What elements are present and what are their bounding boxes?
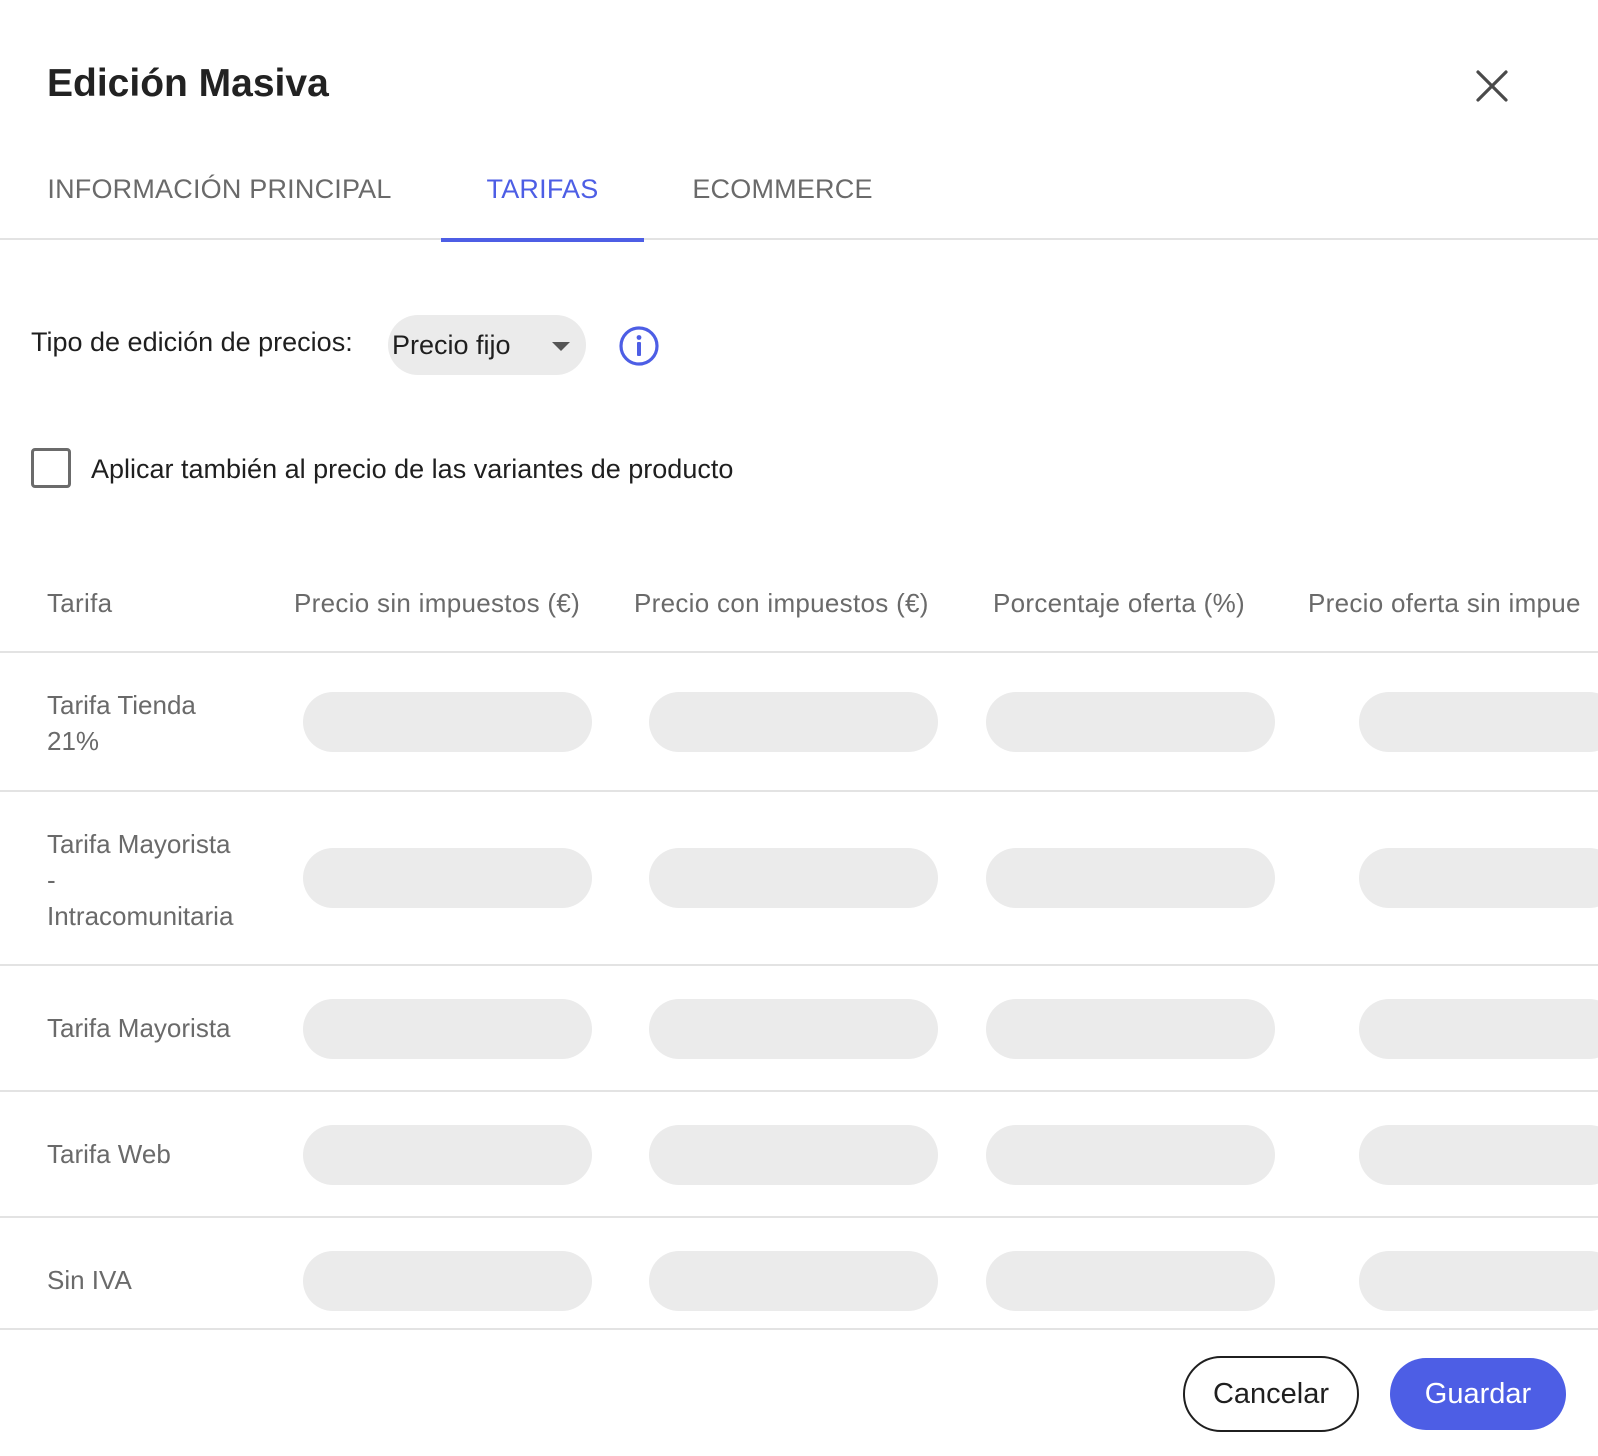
table-row: Tarifa Mayorista bbox=[0, 966, 1598, 1092]
tab-ecommerce[interactable]: ECOMMERCE bbox=[690, 160, 875, 240]
price-without-tax-input[interactable] bbox=[303, 1125, 592, 1185]
tariff-name: Tarifa Web bbox=[47, 1136, 277, 1172]
price-with-tax-input[interactable] bbox=[649, 692, 938, 752]
cancel-button[interactable]: Cancelar bbox=[1183, 1356, 1359, 1432]
tariffs-table: Tarifa Precio sin impuestos (€) Precio c… bbox=[0, 555, 1598, 1328]
offer-price-without-tax-input[interactable] bbox=[1359, 1125, 1598, 1185]
close-icon[interactable] bbox=[1472, 66, 1512, 106]
offer-percent-input[interactable] bbox=[986, 692, 1275, 752]
offer-percent-input[interactable] bbox=[986, 999, 1275, 1059]
footer-divider bbox=[0, 1328, 1598, 1330]
table-row: Tarifa Mayorista - Intracomunitaria bbox=[0, 792, 1598, 966]
apply-variants-checkbox[interactable] bbox=[31, 448, 71, 488]
apply-variants-label: Aplicar también al precio de las variant… bbox=[91, 454, 734, 484]
column-header-price-with-tax: Precio con impuestos (€) bbox=[634, 588, 929, 618]
table-row: Sin IVA bbox=[0, 1218, 1598, 1328]
column-header-offer-price-without-tax: Precio oferta sin impue bbox=[1308, 588, 1581, 618]
dialog-title: Edición Masiva bbox=[47, 62, 329, 105]
offer-percent-input[interactable] bbox=[986, 1251, 1275, 1311]
tariff-name-line: Tarifa Tienda bbox=[47, 690, 196, 720]
table-row: Tarifa Tienda 21% bbox=[0, 653, 1598, 792]
tab-bar: INFORMACIÓN PRINCIPAL TARIFAS ECOMMERCE bbox=[0, 160, 1598, 242]
tariff-name: Tarifa Mayorista - Intracomunitaria bbox=[47, 826, 277, 934]
offer-price-without-tax-input[interactable] bbox=[1359, 848, 1598, 908]
tariff-name-line: Tarifa Web bbox=[47, 1139, 171, 1169]
table-row: Tarifa Web bbox=[0, 1092, 1598, 1218]
offer-price-without-tax-input[interactable] bbox=[1359, 999, 1598, 1059]
offer-price-without-tax-input[interactable] bbox=[1359, 1251, 1598, 1311]
column-header-offer-percent: Porcentaje oferta (%) bbox=[993, 588, 1245, 618]
price-without-tax-input[interactable] bbox=[303, 848, 592, 908]
tariff-name-line: Intracomunitaria bbox=[47, 901, 234, 931]
price-without-tax-input[interactable] bbox=[303, 692, 592, 752]
caret-down-icon bbox=[552, 342, 570, 351]
offer-percent-input[interactable] bbox=[986, 848, 1275, 908]
bulk-edit-dialog: Edición Masiva INFORMACIÓN PRINCIPAL TAR… bbox=[0, 0, 1598, 1456]
price-type-selected-value: Precio fijo bbox=[392, 330, 511, 360]
tariff-name: Sin IVA bbox=[47, 1262, 277, 1298]
price-without-tax-input[interactable] bbox=[303, 999, 592, 1059]
offer-price-without-tax-input[interactable] bbox=[1359, 692, 1598, 752]
tab-informacion-principal[interactable]: INFORMACIÓN PRINCIPAL bbox=[47, 160, 392, 240]
column-header-tarifa: Tarifa bbox=[47, 588, 113, 618]
price-with-tax-input[interactable] bbox=[649, 1251, 938, 1311]
price-with-tax-input[interactable] bbox=[649, 1125, 938, 1185]
tariff-name-line: Sin IVA bbox=[47, 1265, 132, 1295]
price-type-select[interactable]: Precio fijo bbox=[388, 315, 586, 375]
tariff-name-line: 21% bbox=[47, 726, 100, 756]
price-with-tax-input[interactable] bbox=[649, 999, 938, 1059]
price-with-tax-input[interactable] bbox=[649, 848, 938, 908]
tariff-name-line: Tarifa Mayorista bbox=[47, 1013, 231, 1043]
save-button[interactable]: Guardar bbox=[1390, 1358, 1566, 1430]
tab-tarifas[interactable]: TARIFAS bbox=[441, 160, 644, 242]
table-header: Tarifa Precio sin impuestos (€) Precio c… bbox=[0, 555, 1598, 653]
info-icon[interactable] bbox=[618, 325, 660, 367]
tariff-name-line: - bbox=[47, 865, 56, 895]
column-header-price-without-tax: Precio sin impuestos (€) bbox=[294, 588, 581, 618]
tariff-name: Tarifa Mayorista bbox=[47, 1010, 277, 1046]
tariff-name-line: Tarifa Mayorista bbox=[47, 829, 231, 859]
offer-percent-input[interactable] bbox=[986, 1125, 1275, 1185]
price-type-label: Tipo de edición de precios: bbox=[31, 327, 353, 357]
tariff-name: Tarifa Tienda 21% bbox=[47, 687, 277, 759]
price-without-tax-input[interactable] bbox=[303, 1251, 592, 1311]
